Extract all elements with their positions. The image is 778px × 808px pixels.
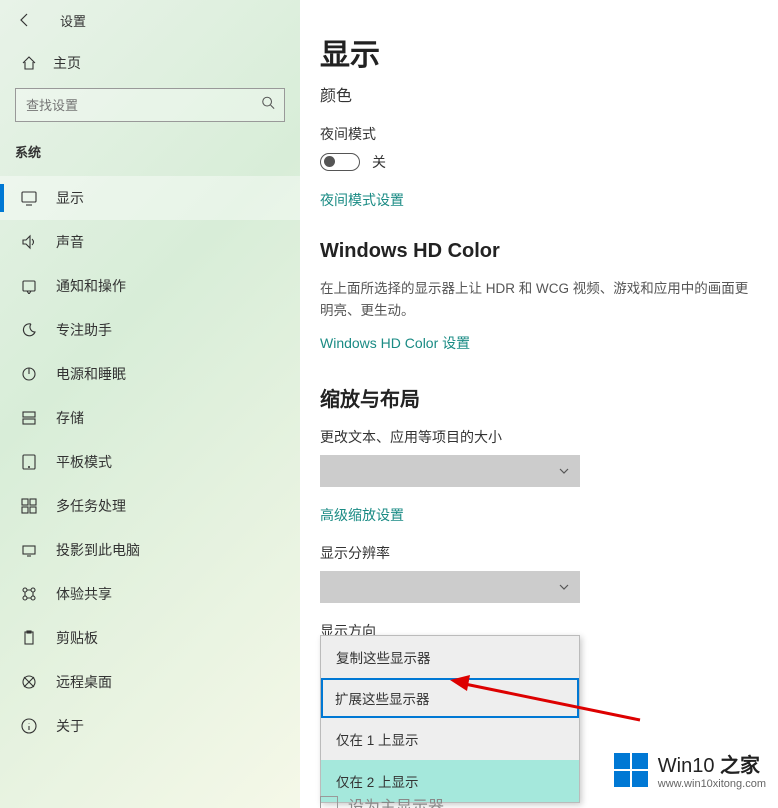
clipboard-icon (20, 629, 38, 647)
windows-logo-icon (614, 753, 648, 787)
text-size-label: 更改文本、应用等项目的大小 (320, 427, 758, 447)
sidebar-item[interactable]: 平板模式 (0, 440, 300, 484)
advanced-scale-link[interactable]: 高级缩放设置 (320, 505, 404, 525)
header-row: 设置 (0, 0, 300, 45)
sidebar-item[interactable]: 多任务处理 (0, 484, 300, 528)
sidebar-item[interactable]: 关于 (0, 704, 300, 748)
nav-label: 体验共享 (56, 584, 112, 604)
hdcolor-desc: 在上面所选择的显示器上让 HDR 和 WCG 视频、游戏和应用中的画面更明亮、更… (320, 278, 750, 321)
sidebar-item[interactable]: 剪贴板 (0, 616, 300, 660)
watermark: Win10 之家 www.win10xitong.com (602, 741, 778, 798)
resolution-select[interactable] (320, 571, 580, 603)
primary-label: 设为主显示器 (348, 793, 444, 808)
nav-label: 远程桌面 (56, 672, 112, 692)
multitask-icon (20, 497, 38, 515)
nav-label: 剪贴板 (56, 628, 98, 648)
share-icon (20, 585, 38, 603)
night-mode-link[interactable]: 夜间模式设置 (320, 190, 404, 210)
primary-checkbox[interactable] (320, 796, 338, 808)
storage-icon (20, 409, 38, 427)
night-toggle-row: 关 (320, 152, 758, 172)
sidebar-item[interactable]: 体验共享 (0, 572, 300, 616)
home-label: 主页 (53, 53, 81, 73)
nav-label: 多任务处理 (56, 496, 126, 516)
night-mode-label: 夜间模式 (320, 124, 758, 144)
scale-heading: 缩放与布局 (320, 383, 758, 412)
nav-label: 平板模式 (56, 452, 112, 472)
chevron-down-icon (558, 465, 570, 477)
project-icon (20, 541, 38, 559)
moon-icon (20, 321, 38, 339)
night-mode-state: 关 (372, 152, 386, 172)
notify-icon (20, 277, 38, 295)
dropdown-option[interactable]: 复制这些显示器 (321, 636, 579, 678)
remote-icon (20, 673, 38, 691)
page-title: 显示 (320, 30, 758, 74)
arrow-left-icon (17, 12, 33, 28)
dropdown-option[interactable]: 仅在 1 上显示 (321, 718, 579, 760)
multi-display-dropdown: 复制这些显示器扩展这些显示器仅在 1 上显示仅在 2 上显示 (320, 635, 580, 803)
sound-icon (20, 233, 38, 251)
section-label: 系统 (0, 142, 300, 176)
monitor-icon (20, 189, 38, 207)
nav-label: 显示 (56, 188, 84, 208)
sidebar-item[interactable]: 专注助手 (0, 308, 300, 352)
sidebar-item[interactable]: 电源和睡眠 (0, 352, 300, 396)
tablet-icon (20, 453, 38, 471)
watermark-brand: Win10 之家 (658, 749, 766, 778)
nav-list: 显示声音通知和操作专注助手电源和睡眠存储平板模式多任务处理投影到此电脑体验共享剪… (0, 176, 300, 808)
about-icon (20, 717, 38, 735)
primary-display-row: 设为主显示器 (320, 793, 444, 808)
home-row[interactable]: 主页 (0, 45, 300, 88)
watermark-url: www.win10xitong.com (658, 778, 766, 790)
hdcolor-link[interactable]: Windows HD Color 设置 (320, 333, 470, 353)
window-title: 设置 (60, 11, 86, 30)
resolution-label: 显示分辨率 (320, 543, 758, 563)
search-input[interactable] (15, 88, 285, 122)
chevron-down-icon (558, 581, 570, 593)
power-icon (20, 365, 38, 383)
sidebar-item[interactable]: 通知和操作 (0, 264, 300, 308)
main-content: 显示 颜色 夜间模式 关 夜间模式设置 Windows HD Color 在上面… (300, 0, 778, 808)
nav-label: 专注助手 (56, 320, 112, 340)
color-heading: 颜色 (320, 82, 758, 106)
dropdown-option[interactable]: 扩展这些显示器 (321, 678, 579, 718)
sidebar: 设置 主页 系统 显示声音通知和操作专注助手电源和睡眠存储平板模式多任务处理投影… (0, 0, 300, 808)
nav-label: 存储 (56, 408, 84, 428)
nav-label: 电源和睡眠 (56, 364, 126, 384)
sidebar-item[interactable]: 投影到此电脑 (0, 528, 300, 572)
back-button[interactable] (15, 10, 35, 30)
sidebar-item[interactable]: 声音 (0, 220, 300, 264)
nav-label: 关于 (56, 716, 84, 736)
sidebar-item[interactable]: 显示 (0, 176, 300, 220)
sidebar-item[interactable]: 存储 (0, 396, 300, 440)
hdcolor-heading: Windows HD Color (320, 240, 758, 263)
home-icon (20, 54, 38, 72)
night-mode-toggle[interactable] (320, 153, 360, 171)
search-icon (261, 96, 275, 115)
sidebar-item[interactable]: 远程桌面 (0, 660, 300, 704)
text-size-select[interactable] (320, 455, 580, 487)
nav-label: 投影到此电脑 (56, 540, 140, 560)
nav-label: 通知和操作 (56, 276, 126, 296)
nav-label: 声音 (56, 232, 84, 252)
search-wrap (15, 88, 285, 122)
